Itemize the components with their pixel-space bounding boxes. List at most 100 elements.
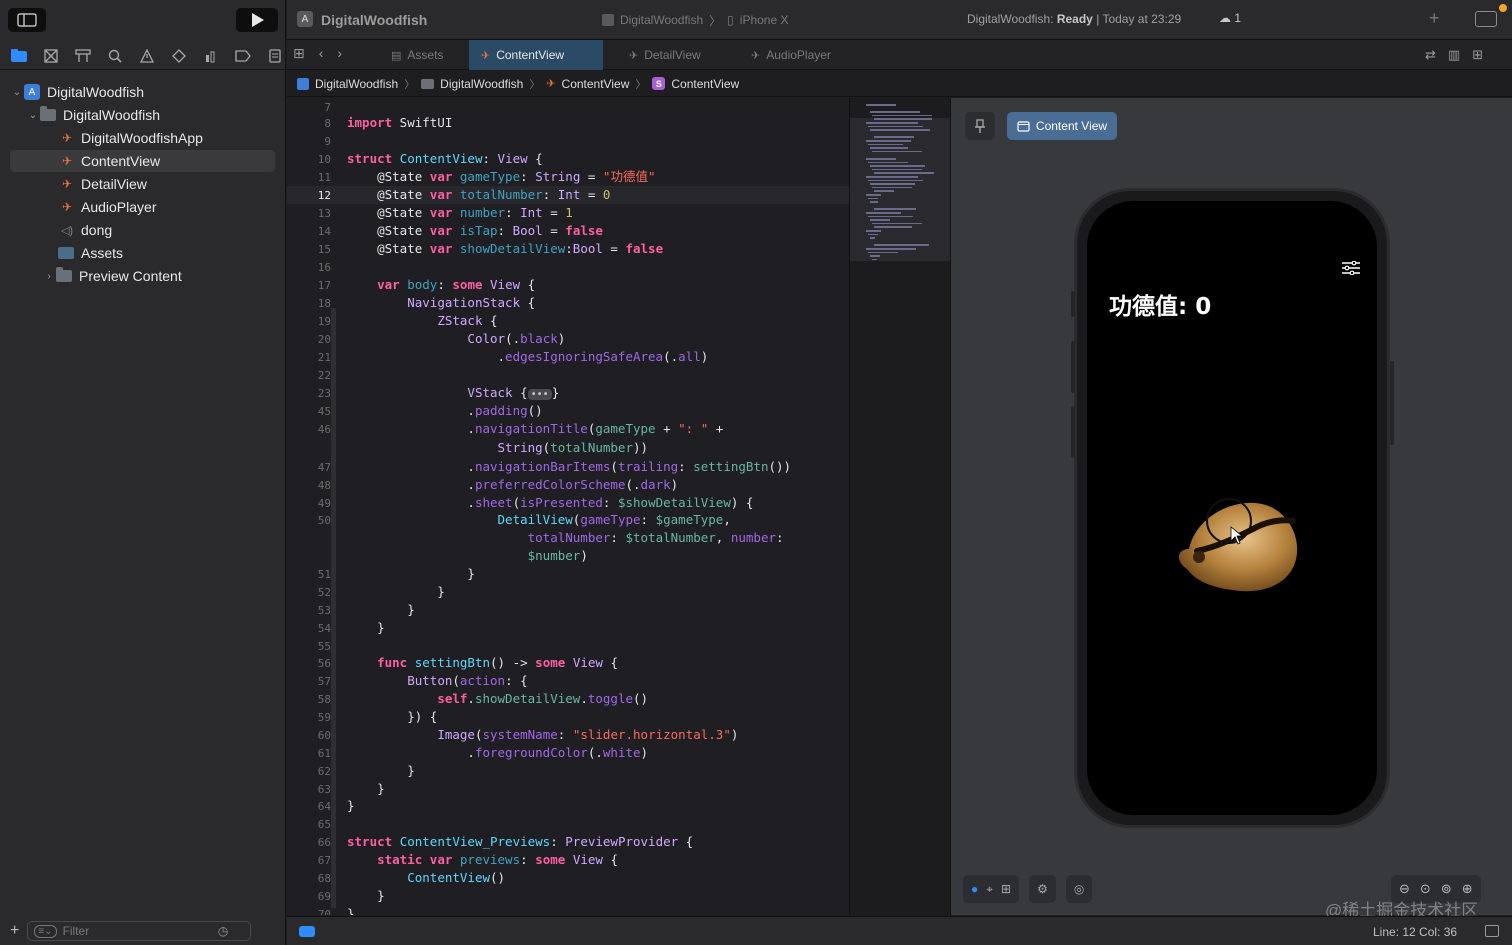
cloud-activity[interactable]: ☁ 1 (1219, 11, 1241, 25)
debug-navigator-icon[interactable] (200, 45, 222, 67)
filter-options-icon[interactable]: ≡⌄ (34, 924, 57, 938)
minimap-line (874, 136, 914, 138)
find-navigator-icon[interactable] (104, 45, 126, 67)
cloud-icon: ☁ (1219, 11, 1231, 25)
swift-file-icon: ✈ (61, 200, 73, 214)
breadcrumb: DigitalWoodfish 〉 DigitalWoodfish 〉 ✈ Co… (287, 71, 1512, 97)
selectable-mode-icon[interactable]: ⌖ (986, 882, 993, 897)
line-number: 50 (317, 514, 331, 527)
chevron-right-icon: 〉 (529, 78, 541, 91)
add-icon[interactable]: + (10, 922, 19, 940)
chevron-right-icon[interactable]: › (337, 45, 342, 62)
line-number: 54 (317, 622, 331, 635)
code-line: Button(action: { (407, 673, 528, 688)
slider-horizontal-icon[interactable] (1341, 261, 1361, 275)
tree-item-file[interactable]: ✈ DigitalWoodfishApp (60, 127, 276, 149)
minimap-line (868, 251, 898, 254)
swift-file-icon: ✈ (61, 177, 73, 191)
code-line: } (347, 620, 385, 635)
minimap-line (866, 104, 896, 106)
code-fold-ribbon[interactable] (331, 308, 336, 908)
scheme-selector[interactable]: DigitalWoodfish 〉 ▯ iPhone X (602, 9, 788, 31)
minimap[interactable] (849, 98, 950, 915)
struct-symbol-icon: S (652, 77, 666, 90)
chevron-left-icon[interactable]: ‹ (319, 45, 324, 62)
tree-item-group[interactable]: ⌄ DigitalWoodfish (26, 104, 276, 126)
issue-navigator-icon[interactable] (136, 45, 158, 67)
tree-item-file[interactable]: ◁) dong (60, 219, 276, 241)
preview-selector-button[interactable]: Content View (1007, 112, 1117, 140)
code-line: } (347, 602, 415, 617)
line-number: 53 (317, 604, 331, 617)
minimap-line (868, 233, 878, 236)
breadcrumb-item[interactable]: DigitalWoodfish (315, 77, 398, 91)
device-screen[interactable]: 功德值: 0 (1087, 201, 1377, 815)
code-line: Color(.black) (467, 331, 566, 346)
minimap-line (866, 194, 881, 196)
chevron-right-icon[interactable]: › (42, 271, 56, 282)
tree-item-project[interactable]: ⌄ A DigitalWoodfish (10, 81, 276, 103)
minimap-line (868, 197, 878, 200)
minimap-line (872, 186, 912, 189)
run-button[interactable] (236, 8, 278, 32)
chevron-right-icon: 〉 (635, 78, 647, 91)
activity-status: DigitalWoodfish: Ready | Today at 23:29 (967, 12, 1181, 26)
source-control-navigator-icon[interactable] (40, 45, 62, 67)
add-editor-icon[interactable]: ⊞ (1472, 47, 1483, 63)
tree-item-file-selected[interactable]: ✈ ContentView (10, 150, 275, 172)
breadcrumb-item[interactable]: ContentView (562, 77, 630, 91)
device-settings-button[interactable]: ⚙ (1029, 875, 1056, 903)
variants-icon[interactable]: ⊞ (1001, 882, 1011, 896)
minimap-lines (850, 98, 950, 398)
tree-item-group[interactable]: › Preview Content (42, 265, 276, 287)
wooden-fish-image[interactable] (1167, 491, 1307, 601)
zoom-fit-icon[interactable]: ⊚ (1441, 881, 1452, 897)
chevron-down-icon[interactable]: ⌄ (10, 87, 24, 98)
panel-toggle-icon[interactable] (1485, 925, 1499, 937)
line-number: 58 (317, 693, 331, 706)
code-line: @State var isTap: Bool = false (347, 223, 603, 238)
tree-item-file[interactable]: ✈ DetailView (60, 173, 276, 195)
sidebar-toggle-button[interactable] (8, 8, 46, 32)
recent-files-icon[interactable]: ◷ (218, 924, 228, 938)
pin-preview-button[interactable] (965, 112, 995, 140)
code-line: @State var showDetailView:Bool = false (347, 241, 664, 256)
filter-input[interactable]: ≡⌄ Filter ◷ (27, 921, 252, 941)
canvas-mode-toolbar: ● ⌖ ⊞ ⚙ ◎ (963, 875, 1093, 905)
breakpoint-navigator-icon[interactable] (232, 45, 254, 67)
minimap-line (874, 118, 932, 120)
status-time: | Today at 23:29 (1096, 12, 1182, 26)
tab-assets[interactable]: ▤ Assets (379, 40, 471, 70)
symbol-navigator-icon[interactable] (72, 45, 94, 67)
live-preview-icon[interactable]: ● (971, 882, 978, 896)
project-navigator-icon[interactable] (8, 45, 30, 67)
zoom-out-icon[interactable]: ⊖ (1399, 881, 1410, 897)
tree-item-label: Assets (81, 245, 124, 261)
chevron-down-icon[interactable]: ⌄ (26, 110, 40, 121)
tree-item-file[interactable]: ✈ AudioPlayer (60, 196, 276, 218)
breadcrumb-item[interactable]: DigitalWoodfish (440, 77, 523, 91)
debug-area-toggle-icon[interactable] (299, 926, 315, 937)
code-line: var body: some View { (377, 277, 536, 292)
run-destination-label[interactable]: iPhone X (740, 13, 789, 27)
folded-code-indicator[interactable]: ••• (527, 389, 552, 400)
source-editor[interactable]: 7 8 9 10 11 12 13 14 15 16 17 18 19 20 21 22 23 45 46 47 48 4… (287, 98, 849, 915)
code-line: struct ContentView: View { (347, 151, 543, 166)
editor-layout-icon[interactable]: ▥ (1448, 47, 1460, 63)
breadcrumb-item[interactable]: ContentView (671, 77, 739, 91)
tab-audioplayer[interactable]: ✈ AudioPlayer (739, 40, 859, 70)
tree-item-file[interactable]: Assets (58, 242, 276, 264)
tab-detailview[interactable]: ✈ DetailView (617, 40, 727, 70)
zoom-actual-icon[interactable]: ⊙ (1420, 881, 1431, 897)
status-app-name: DigitalWoodfish: (967, 12, 1054, 26)
zoom-in-icon[interactable]: ⊕ (1462, 881, 1473, 897)
inspector-toggle-icon[interactable] (1475, 11, 1497, 27)
grid-icon[interactable]: ⊞ (293, 45, 305, 62)
report-navigator-icon[interactable] (264, 45, 286, 67)
library-plus-button[interactable]: + (1429, 8, 1440, 29)
swap-arrows-icon[interactable]: ⇄ (1425, 47, 1436, 63)
project-title: DigitalWoodfish (321, 12, 428, 28)
device-selector-button[interactable]: ◎ (1065, 875, 1093, 903)
test-navigator-icon[interactable] (168, 45, 190, 67)
tab-contentview[interactable]: ✈ ContentView (469, 40, 603, 70)
